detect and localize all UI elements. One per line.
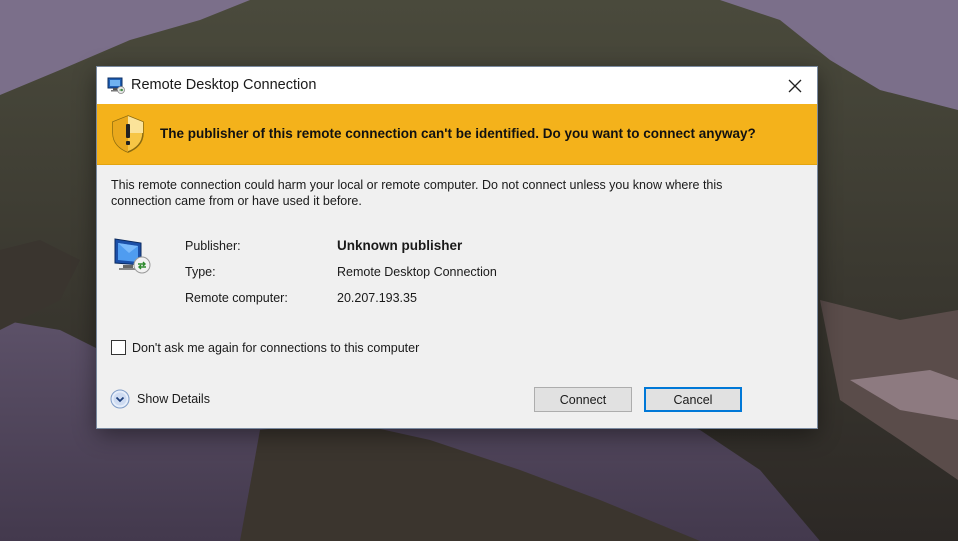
dont-ask-again-checkbox[interactable] [111, 340, 126, 355]
chevron-down-circle-icon[interactable] [110, 389, 130, 409]
type-label: Type: [185, 265, 216, 279]
publisher-label: Publisher: [185, 239, 241, 253]
remote-desktop-icon [107, 77, 125, 94]
cancel-button[interactable]: Cancel [644, 387, 742, 412]
dont-ask-again-label[interactable]: Don't ask me again for connections to th… [132, 341, 419, 355]
dialog-title: Remote Desktop Connection [131, 77, 317, 93]
close-icon [788, 79, 802, 92]
title-bar[interactable]: Remote Desktop Connection [97, 67, 817, 104]
dont-ask-again-option[interactable]: Don't ask me again for connections to th… [111, 340, 419, 355]
type-value: Remote Desktop Connection [337, 265, 497, 279]
close-button[interactable] [773, 67, 817, 104]
remote-desktop-dialog: Remote Desktop Connection The publisher … [97, 67, 817, 428]
connect-button[interactable]: Connect [534, 387, 632, 412]
remote-computer-label: Remote computer: [185, 291, 288, 305]
warning-banner: The publisher of this remote connection … [97, 104, 817, 165]
remote-computer-value: 20.207.193.35 [337, 291, 417, 305]
shield-warning-icon [112, 115, 144, 153]
publisher-value: Unknown publisher [337, 238, 463, 253]
banner-message: The publisher of this remote connection … [160, 126, 756, 141]
show-details-label[interactable]: Show Details [137, 392, 210, 406]
remote-computer-icon [114, 238, 151, 274]
warning-message: This remote connection could harm your l… [111, 178, 723, 208]
show-details-toggle[interactable]: Show Details [110, 389, 210, 409]
